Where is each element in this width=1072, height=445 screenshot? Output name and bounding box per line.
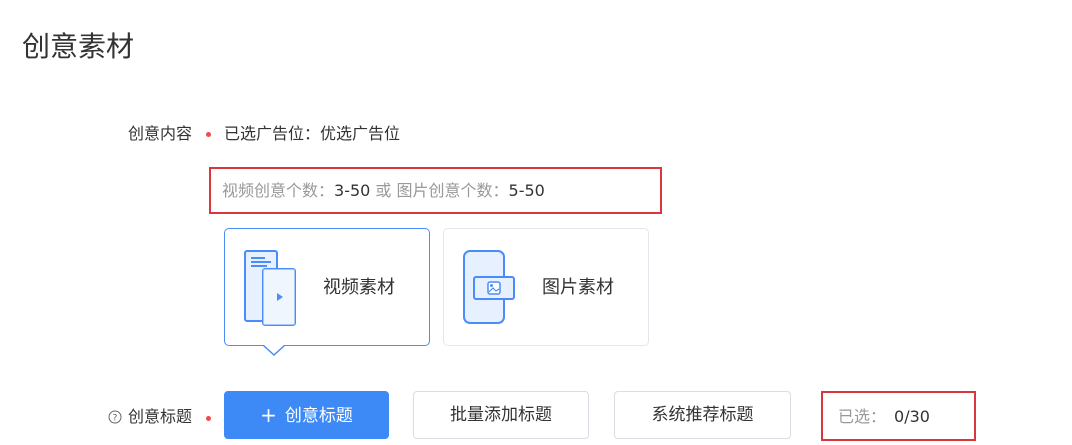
selected-count-label: 已选： [838,407,887,426]
selected-placement: 已选广告位：优选广告位 [224,124,401,143]
image-material-icon [463,250,515,324]
count-separator: 或 [370,181,397,200]
plus-icon: + [260,403,277,427]
video-count-label: 视频创意个数： [222,181,335,200]
selected-count-value: 0/30 [894,407,930,426]
system-recommend-titles-button[interactable]: 系统推荐标题 [614,391,791,439]
selected-count: 已选： 0/30 [838,405,930,429]
creative-title-label: 创意标题 [127,407,192,426]
image-material-card[interactable]: 图片素材 [443,228,649,346]
creative-title-row-label: ? 创意标题 [108,405,192,429]
image-count-label: 图片创意个数： [396,181,509,200]
video-material-icon [244,250,296,326]
video-count-range: 3-50 [334,181,371,200]
required-marker [206,416,211,421]
batch-add-titles-button[interactable]: 批量添加标题 [413,391,589,439]
video-material-label: 视频素材 [323,277,395,298]
video-material-card[interactable]: 视频素材 [224,228,430,346]
add-creative-title-button[interactable]: + 创意标题 [224,391,389,439]
section-title: 创意素材 [22,30,135,63]
question-circle-icon[interactable]: ? [108,410,122,424]
creative-content-label: 创意内容 [127,124,192,143]
image-count-range: 5-50 [508,181,545,200]
svg-text:?: ? [113,414,118,424]
add-creative-title-label: 创意标题 [284,406,353,426]
image-material-label: 图片素材 [542,277,614,298]
required-marker [206,132,211,137]
creative-count-requirements: 视频创意个数：3-50 或 图片创意个数：5-50 [222,179,545,203]
